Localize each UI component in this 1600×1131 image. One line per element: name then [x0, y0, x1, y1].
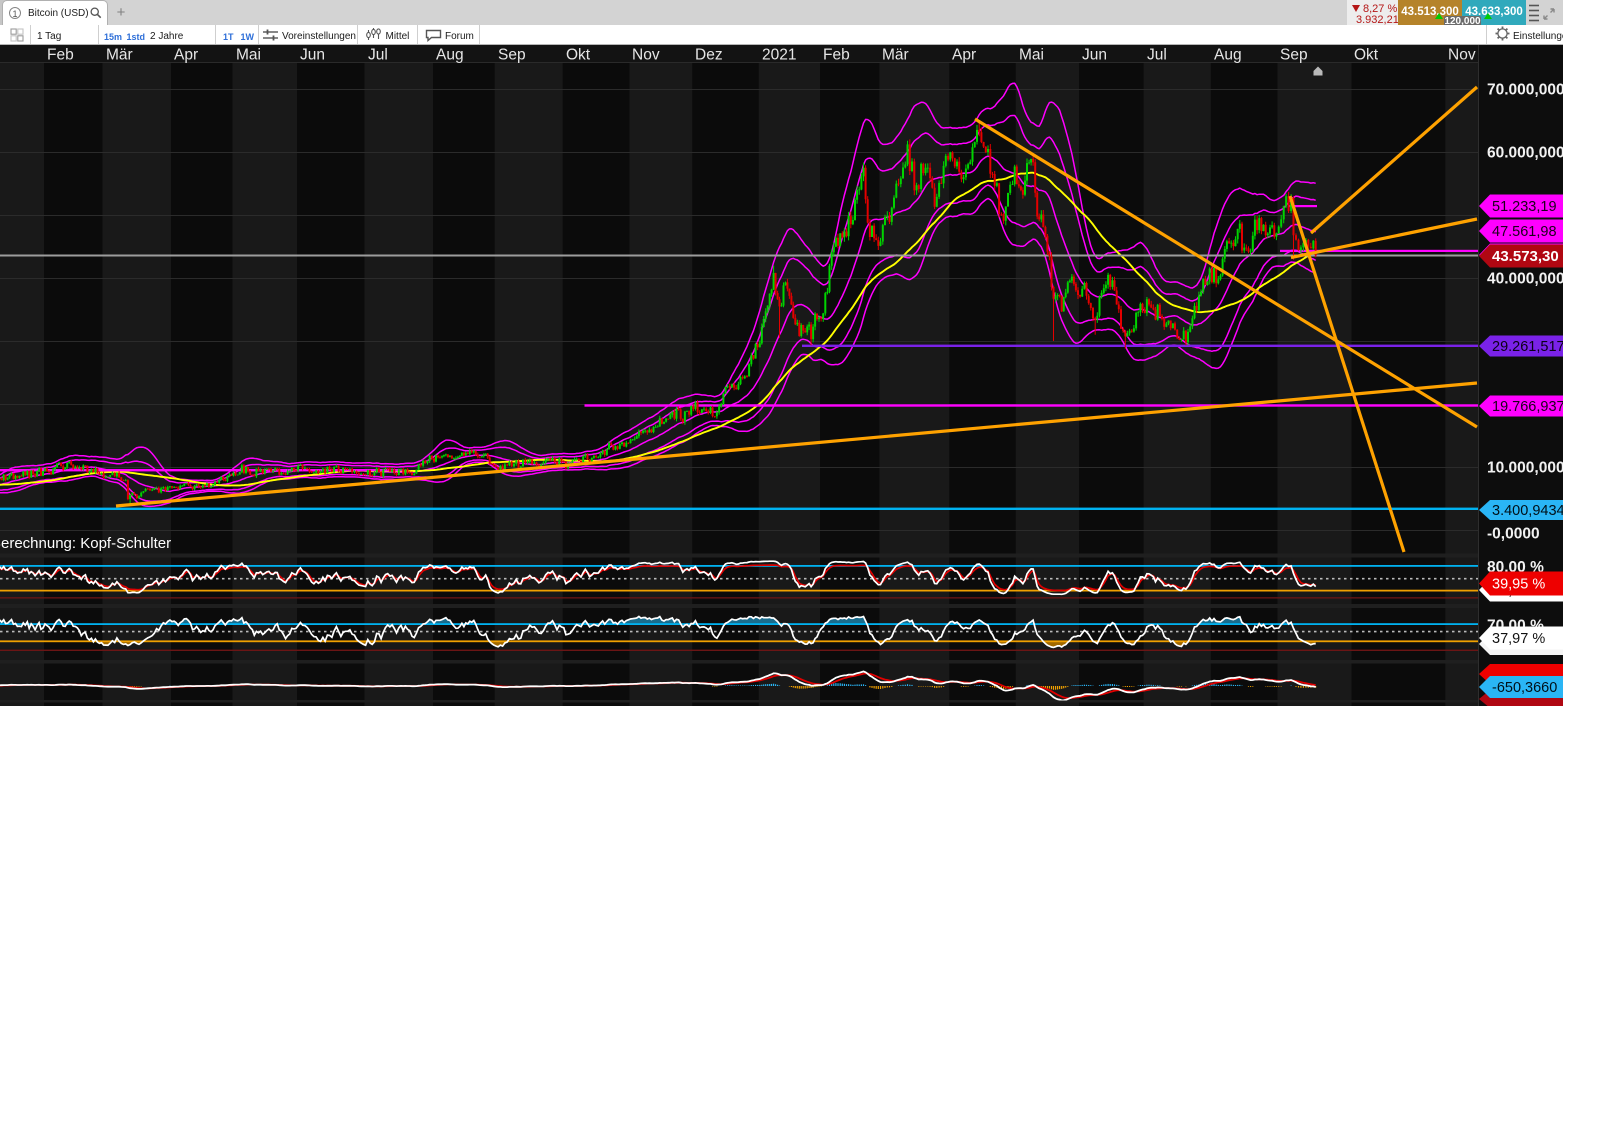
svg-text:-650,3660: -650,3660: [1492, 680, 1557, 696]
svg-text:Apr: Apr: [174, 47, 198, 64]
svg-text:70.000,000: 70.000,000: [1487, 82, 1563, 99]
svg-text:40.000,000: 40.000,000: [1487, 271, 1563, 288]
svg-text:Mär: Mär: [106, 47, 133, 64]
svg-text:Okt: Okt: [566, 47, 591, 64]
svg-text:Mai: Mai: [1019, 47, 1044, 64]
svg-text:Jul: Jul: [368, 47, 388, 64]
svg-text:Sep: Sep: [498, 47, 526, 64]
svg-text:Apr: Apr: [952, 47, 976, 64]
svg-text:39,95 %: 39,95 %: [1492, 577, 1545, 593]
svg-text:Jun: Jun: [300, 47, 325, 64]
svg-text:Berechnung: Kopf-Schulter: Berechnung: Kopf-Schulter: [0, 535, 171, 552]
svg-text:47.561,98: 47.561,98: [1492, 224, 1557, 240]
svg-text:60.000,000: 60.000,000: [1487, 145, 1563, 162]
svg-text:-0,0000: -0,0000: [1487, 526, 1540, 543]
svg-text:Aug: Aug: [1214, 47, 1242, 64]
svg-text:Sep: Sep: [1280, 47, 1308, 64]
svg-text:29.261,517: 29.261,517: [1492, 339, 1563, 355]
svg-text:37,97 %: 37,97 %: [1492, 631, 1545, 647]
svg-text:Feb: Feb: [47, 47, 74, 64]
svg-text:Jul: Jul: [1147, 47, 1167, 64]
svg-text:43.573,30: 43.573,30: [1492, 248, 1559, 265]
svg-text:51.233,19: 51.233,19: [1492, 199, 1557, 215]
svg-text:Nov: Nov: [1448, 47, 1476, 64]
svg-text:Nov: Nov: [632, 47, 660, 64]
svg-text:3.400,9434: 3.400,9434: [1492, 503, 1563, 519]
svg-text:Aug: Aug: [436, 47, 464, 64]
svg-text:19.766,937: 19.766,937: [1492, 399, 1563, 415]
svg-text:Mai: Mai: [236, 47, 261, 64]
svg-text:2021: 2021: [762, 47, 796, 64]
svg-text:Feb: Feb: [823, 47, 850, 64]
svg-text:Okt: Okt: [1354, 47, 1379, 64]
svg-text:Mär: Mär: [882, 47, 909, 64]
svg-text:10.000,000: 10.000,000: [1487, 460, 1563, 477]
svg-text:Dez: Dez: [695, 47, 723, 64]
svg-text:Jun: Jun: [1082, 47, 1107, 64]
